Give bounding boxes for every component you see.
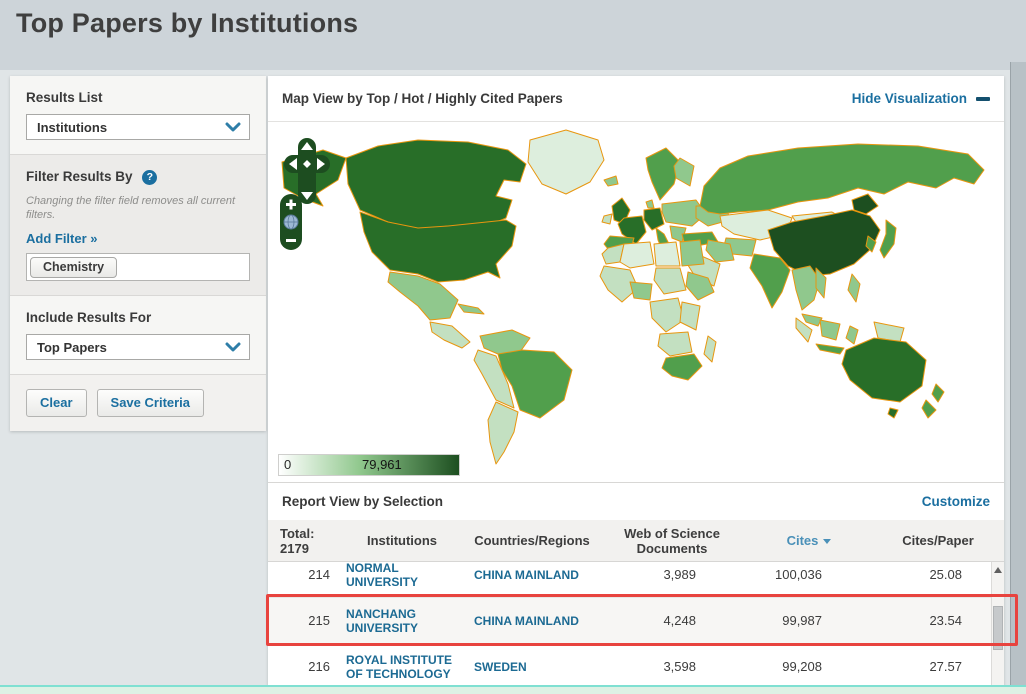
table-row[interactable]: 215 NANCHANG UNIVERSITY CHINA MAINLAND 4… <box>268 598 1004 644</box>
zoom-out-icon[interactable] <box>286 239 296 242</box>
save-criteria-button[interactable]: Save Criteria <box>97 389 205 417</box>
map-legend: 0 79,961 <box>278 454 460 476</box>
actions-section: Clear Save Criteria <box>10 375 266 431</box>
legend-max-value: 79,961 <box>362 457 402 472</box>
cites-value: 100,036 <box>746 567 872 582</box>
table-body: 214 NORMAL UNIVERSITY CHINA MAINLAND 3,9… <box>268 562 1004 686</box>
cites-value: 99,987 <box>746 613 872 628</box>
institution-link[interactable]: ROYAL INSTITUTE OF TECHNOLOGY <box>338 653 466 681</box>
column-cites-sorted[interactable]: Cites <box>746 533 872 548</box>
map-zoom-control[interactable] <box>280 194 302 250</box>
help-icon[interactable]: ? <box>142 170 157 185</box>
column-documents[interactable]: Web of Science Documents <box>598 526 746 556</box>
table-rows: 214 NORMAL UNIVERSITY CHINA MAINLAND 3,9… <box>268 562 1004 686</box>
row-rank: 216 <box>268 659 338 674</box>
map-view-title: Map View by Top / Hot / Highly Cited Pap… <box>282 91 563 106</box>
minus-icon <box>976 97 990 101</box>
main-panel: Map View by Top / Hot / Highly Cited Pap… <box>268 76 1004 686</box>
map-region-algeria[interactable] <box>620 242 654 268</box>
bottom-edge-strip <box>0 685 1026 694</box>
legend-min-value: 0 <box>284 457 291 472</box>
country-label: CHINA MAINLAND <box>466 614 598 628</box>
chevron-down-icon <box>225 122 241 132</box>
world-map: 0 79,961 <box>268 122 1004 482</box>
include-results-dropdown[interactable]: Top Papers <box>26 334 250 360</box>
country-label: SWEDEN <box>466 660 598 674</box>
row-rank: 215 <box>268 613 338 628</box>
filter-section: Filter Results By ? Changing the filter … <box>10 155 266 296</box>
chevron-down-icon <box>225 342 241 352</box>
institution-link[interactable]: NORMAL UNIVERSITY <box>338 562 466 589</box>
row-rank: 214 <box>268 567 338 582</box>
map-region-libya[interactable] <box>654 242 680 266</box>
table-row[interactable]: 216 ROYAL INSTITUTE OF TECHNOLOGY SWEDEN… <box>268 644 1004 686</box>
cites-per-paper-value: 27.57 <box>872 659 1004 674</box>
page-title: Top Papers by Institutions <box>16 8 358 39</box>
cites-per-paper-value: 23.54 <box>872 613 1004 628</box>
cites-per-paper-value: 25.08 <box>872 567 1004 582</box>
filter-note: Changing the filter field removes all cu… <box>26 194 236 222</box>
include-results-section: Include Results For Top Papers <box>10 296 266 375</box>
choropleth-map <box>268 122 1004 482</box>
report-view-title: Report View by Selection <box>282 494 443 509</box>
documents-value: 3,989 <box>598 567 746 582</box>
documents-value: 4,248 <box>598 613 746 628</box>
institution-link[interactable]: NANCHANG UNIVERSITY <box>338 607 466 635</box>
map-view-header: Map View by Top / Hot / Highly Cited Pap… <box>268 76 1004 122</box>
filter-results-label: Filter Results By <box>26 169 133 184</box>
active-filters-box: Chemistry <box>26 253 250 281</box>
include-results-value: Top Papers <box>37 340 107 355</box>
clear-button[interactable]: Clear <box>26 389 87 417</box>
map-region-denmark[interactable] <box>646 200 654 208</box>
add-filter-link[interactable]: Add Filter » <box>26 231 98 246</box>
results-list-value: Institutions <box>37 120 107 135</box>
sort-descending-icon <box>823 539 831 544</box>
scroll-up-icon[interactable] <box>992 562 1004 578</box>
customize-link[interactable]: Customize <box>922 494 990 509</box>
chemistry-filter-chip[interactable]: Chemistry <box>30 257 117 278</box>
table-scrollbar[interactable] <box>991 562 1004 686</box>
hide-visualization-link[interactable]: Hide Visualization <box>852 91 990 106</box>
column-institutions[interactable]: Institutions <box>338 533 466 548</box>
sidebar: Results List Institutions Filter Results… <box>10 76 266 431</box>
total-count: Total: 2179 <box>268 526 338 556</box>
include-results-label: Include Results For <box>26 310 250 325</box>
scrollbar-thumb[interactable] <box>993 606 1003 650</box>
table-row[interactable]: 214 NORMAL UNIVERSITY CHINA MAINLAND 3,9… <box>268 562 1004 598</box>
results-list-dropdown[interactable]: Institutions <box>26 114 250 140</box>
column-countries[interactable]: Countries/Regions <box>466 533 598 548</box>
map-region-egypt[interactable] <box>680 240 704 266</box>
cites-value: 99,208 <box>746 659 872 674</box>
page: Top Papers by Institutions Results List … <box>0 0 1026 694</box>
browser-scrollbar[interactable] <box>1010 62 1026 686</box>
results-list-label: Results List <box>26 90 250 105</box>
country-label: CHINA MAINLAND <box>466 568 598 582</box>
report-view-header: Report View by Selection Customize <box>268 482 1004 520</box>
column-cites-per-paper[interactable]: Cites/Paper <box>872 533 1004 548</box>
documents-value: 3,598 <box>598 659 746 674</box>
results-list-section: Results List Institutions <box>10 76 266 155</box>
table-header: Total: 2179 Institutions Countries/Regio… <box>268 520 1004 562</box>
